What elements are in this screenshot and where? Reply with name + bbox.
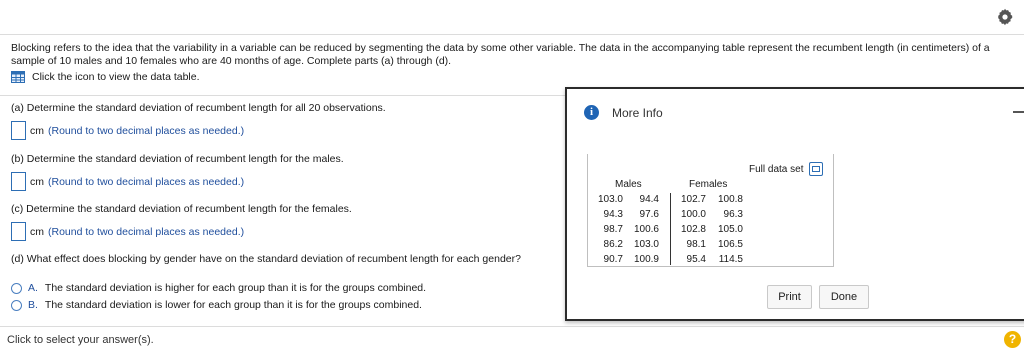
- females-value-cell: 105.0: [717, 224, 743, 235]
- females-value-cell: 98.1: [686, 239, 706, 250]
- question-b-text: (b) Determine the standard deviation of …: [11, 153, 344, 165]
- data-table-link[interactable]: Click the icon to view the data table.: [11, 71, 200, 83]
- option-a-letter: A.: [28, 282, 38, 294]
- males-value-cell: 103.0: [597, 194, 623, 205]
- option-a-text[interactable]: The standard deviation is higher for eac…: [45, 282, 426, 294]
- females-value-cell: 102.7: [680, 194, 706, 205]
- males-value-cell: 103.0: [633, 239, 659, 250]
- question-c-text: (c) Determine the standard deviation of …: [11, 203, 352, 215]
- males-value-cell: 90.7: [603, 254, 623, 265]
- females-value-cell: 106.5: [717, 239, 743, 250]
- females-value-cell: 100.8: [717, 194, 743, 205]
- footer-divider: [0, 326, 1024, 327]
- table-icon[interactable]: [11, 71, 25, 83]
- males-value-cell: 98.7: [603, 224, 623, 235]
- males-value-cell: 97.6: [639, 209, 659, 220]
- help-icon[interactable]: ?: [1004, 331, 1021, 348]
- females-value-cell: 102.8: [680, 224, 706, 235]
- answer-input-c[interactable]: [11, 222, 26, 241]
- answer-row-b: cm (Round to two decimal places as neede…: [11, 172, 244, 191]
- option-b-letter: B.: [28, 299, 38, 311]
- problem-statement: Blocking refers to the idea that the var…: [11, 42, 990, 67]
- more-info-panel: i More Info Full data set Males Females …: [565, 87, 1024, 321]
- females-value-cell: 114.5: [718, 254, 743, 265]
- minimize-icon[interactable]: [1013, 111, 1024, 113]
- footer-status: Click to select your answer(s).: [7, 334, 154, 346]
- question-a-text: (a) Determine the standard deviation of …: [11, 102, 386, 114]
- done-button[interactable]: Done: [819, 285, 869, 309]
- hint-b: (Round to two decimal places as needed.): [48, 175, 245, 188]
- answer-input-b[interactable]: [11, 172, 26, 191]
- answer-row-c: cm (Round to two decimal places as neede…: [11, 222, 244, 241]
- hint-a: (Round to two decimal places as needed.): [48, 124, 245, 137]
- males-value-cell: 94.3: [603, 209, 623, 220]
- males-value-cell: 100.6: [633, 224, 659, 235]
- males-value-cell: 94.4: [639, 194, 659, 205]
- radio-b[interactable]: [11, 299, 22, 311]
- info-icon: i: [584, 105, 599, 120]
- option-b[interactable]: B. The standard deviation is lower for e…: [11, 299, 422, 311]
- radio-a[interactable]: [11, 282, 22, 294]
- males-value-cell: 86.2: [603, 239, 623, 250]
- top-bar: [0, 0, 1024, 35]
- unit-label-a: cm: [30, 124, 44, 137]
- panel-header: i More Info: [567, 89, 1024, 134]
- females-value-cell: 96.3: [723, 209, 743, 220]
- column-separator: [670, 193, 671, 265]
- unit-label-c: cm: [30, 225, 44, 238]
- option-b-text[interactable]: The standard deviation is lower for each…: [45, 299, 422, 311]
- gear-icon[interactable]: [996, 8, 1014, 26]
- print-button[interactable]: Print: [767, 285, 812, 309]
- hint-c: (Round to two decimal places as needed.): [48, 225, 245, 238]
- males-header: Males: [615, 179, 642, 190]
- females-value-cell: 100.0: [680, 209, 706, 220]
- answer-row-a: cm (Round to two decimal places as neede…: [11, 121, 244, 140]
- divider: [0, 95, 566, 96]
- males-value-cell: 100.9: [633, 254, 659, 265]
- option-a[interactable]: A. The standard deviation is higher for …: [11, 282, 426, 294]
- females-value-cell: 95.4: [686, 254, 706, 265]
- question-d-text: (d) What effect does blocking by gender …: [11, 253, 521, 265]
- females-header: Females: [689, 179, 728, 190]
- unit-label-b: cm: [30, 175, 44, 188]
- answer-input-a[interactable]: [11, 121, 26, 140]
- data-table-link-label[interactable]: Click the icon to view the data table.: [32, 71, 200, 83]
- panel-title: More Info: [612, 106, 663, 120]
